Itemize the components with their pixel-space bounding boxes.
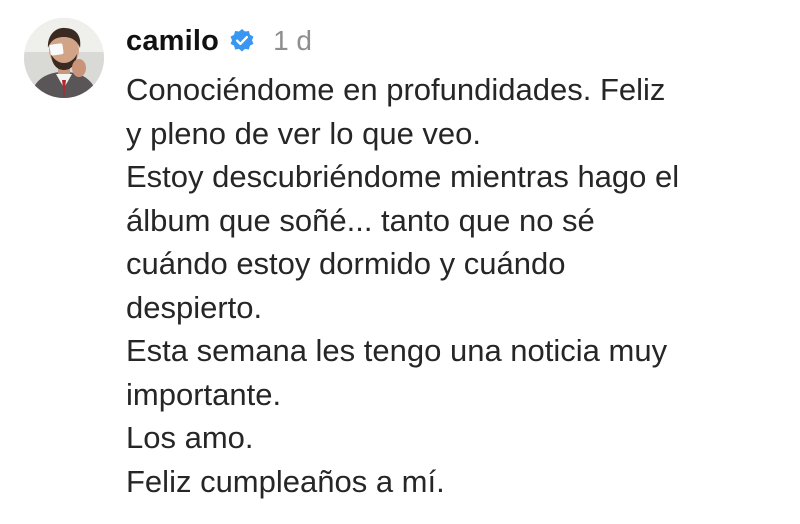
profile-photo-image: [24, 18, 104, 98]
caption-line: Conociéndome en profundidades. Feliz: [126, 72, 666, 107]
comment-body: camilo 1 d Conociéndome en profundidades…: [126, 18, 784, 503]
caption-line: y pleno de ver lo que veo.: [126, 115, 482, 151]
verified-badge-icon: [229, 28, 255, 54]
avatar[interactable]: [24, 18, 104, 98]
caption-line: Esta semana les tengo una noticia muy: [126, 333, 668, 368]
caption-line: Estoy descubriéndome mientras hago el: [126, 159, 680, 194]
username-link[interactable]: camilo: [126, 25, 219, 58]
caption-line: despierto.: [126, 289, 263, 325]
timestamp[interactable]: 1 d: [273, 25, 312, 57]
comment-header: camilo 1 d: [126, 18, 784, 64]
post-caption: camilo 1 d Conociéndome en profundidades…: [24, 18, 784, 503]
caption-line: Los amo.: [126, 420, 254, 455]
caption-line: cuándo estoy dormido y cuándo: [126, 246, 566, 281]
caption-line: Feliz cumpleaños a mí.: [126, 463, 445, 499]
caption-text: Conociéndome en profundidades. Feliz y p…: [126, 68, 784, 503]
caption-line: álbum que soñé... tanto que no sé: [126, 202, 595, 238]
caption-line: importante.: [126, 376, 282, 412]
